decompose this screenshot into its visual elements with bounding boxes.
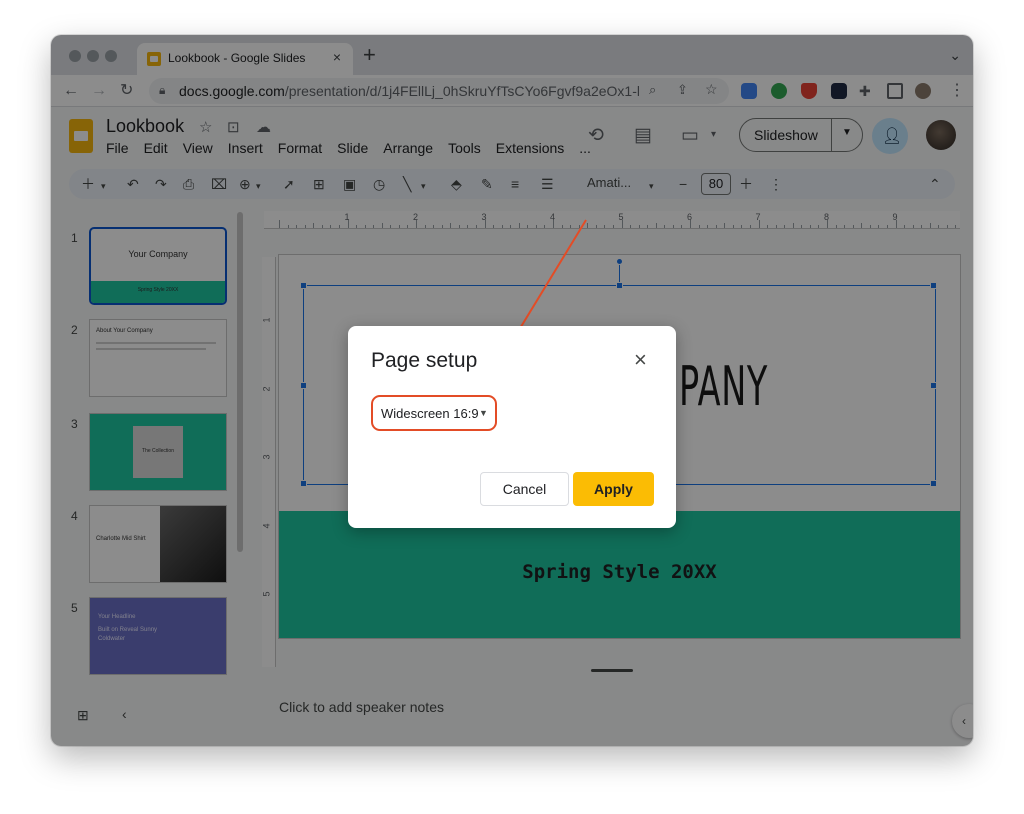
apply-button[interactable]: Apply (573, 472, 654, 506)
browser-window: Lookbook - Google Slides × + ⌄ ← → ↻ 🔒︎ … (51, 35, 973, 746)
dialog-title: Page setup (371, 349, 478, 372)
page-size-value: Widescreen 16:9 (381, 406, 479, 421)
page-size-select[interactable]: Widescreen 16:9 ▼ (371, 395, 497, 431)
close-icon[interactable]: × (634, 348, 647, 372)
chevron-down-icon: ▼ (479, 408, 488, 418)
page-setup-dialog: Page setup × Widescreen 16:9 ▼ Cancel Ap… (348, 326, 676, 528)
cancel-button[interactable]: Cancel (480, 472, 569, 506)
